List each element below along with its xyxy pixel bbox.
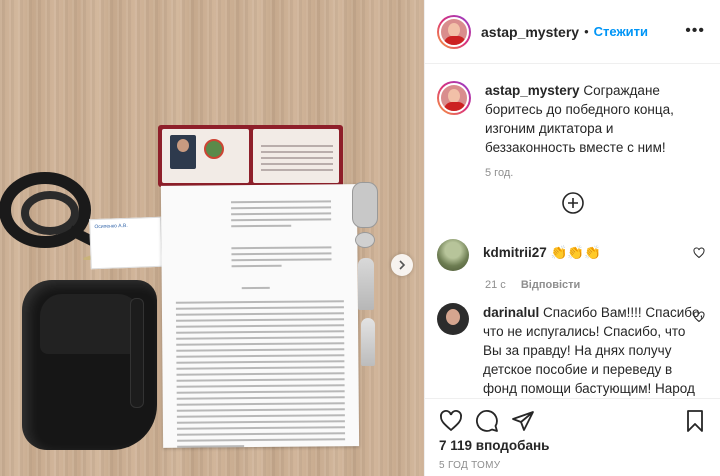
resignation-letter: [160, 184, 360, 448]
comment-item: darinalul Спасибо Вам!!!! Спасибо, что н…: [437, 303, 709, 398]
caption: astap_mystery Сограждане боритесь до поб…: [437, 81, 709, 179]
separator-dot: •: [584, 24, 589, 39]
avatar[interactable]: [437, 81, 471, 115]
name-card: Осипенко А.В.: [89, 216, 163, 270]
caption-text-block: astap_mystery Сограждане боритесь до поб…: [485, 81, 707, 157]
paper-plane-icon[interactable]: [511, 409, 535, 433]
caption-author[interactable]: astap_mystery: [485, 83, 580, 98]
post-timestamp[interactable]: 5 ГОД ТОМУ: [439, 460, 500, 471]
more-options-button[interactable]: •••: [685, 22, 705, 40]
id-card: [158, 125, 343, 187]
heart-icon[interactable]: [439, 409, 463, 433]
id-emblem: [204, 139, 224, 159]
comment-text: 👏👏👏: [550, 245, 601, 260]
caption-meta: 5 год.: [485, 167, 709, 179]
key: [358, 258, 374, 310]
id-card-photo-side: [162, 129, 249, 183]
comment-author[interactable]: kdmitrii27: [483, 245, 547, 260]
chevron-right-icon: [399, 260, 406, 270]
plus-circle-icon[interactable]: [561, 191, 585, 215]
comment-author[interactable]: darinalul: [483, 305, 539, 320]
avatar[interactable]: [437, 239, 469, 271]
key: [361, 318, 375, 366]
avatar[interactable]: [437, 14, 471, 49]
badge-token: [355, 232, 375, 248]
action-bar: [425, 398, 720, 438]
heart-icon[interactable]: [693, 247, 705, 259]
id-card-text-side: [252, 129, 339, 183]
comment-meta: 21 с Відповісти: [485, 279, 709, 291]
post-sidebar: astap_mystery • Стежити ••• astap_myster…: [424, 0, 720, 476]
bookmark-icon[interactable]: [683, 409, 707, 433]
author-username[interactable]: astap_mystery: [481, 24, 579, 40]
comment-text-block: kdmitrii27 👏👏👏: [483, 239, 705, 271]
follow-button[interactable]: Стежити: [594, 24, 648, 39]
next-photo-button[interactable]: [391, 254, 413, 276]
comment-icon[interactable]: [475, 409, 499, 433]
card-name: Осипенко А.В.: [94, 222, 128, 231]
avatar[interactable]: [437, 303, 469, 335]
comment-text-block: darinalul Спасибо Вам!!!! Спасибо, что н…: [483, 303, 705, 398]
caption-time[interactable]: 5 год.: [485, 167, 513, 179]
dog-tag: [352, 182, 378, 228]
post-photo[interactable]: Осипенко А.В.: [0, 0, 424, 476]
likes-count[interactable]: 7 119 вподобань: [439, 438, 549, 453]
comment-time[interactable]: 21 с: [485, 279, 506, 291]
heart-icon[interactable]: [693, 311, 705, 323]
comments-section[interactable]: astap_mystery Сограждане боритесь до поб…: [425, 65, 720, 398]
pistol-holster: [22, 280, 157, 450]
reply-button[interactable]: Відповісти: [521, 279, 580, 291]
post-header: astap_mystery • Стежити •••: [425, 0, 720, 64]
comment-item: kdmitrii27 👏👏👏 21 с Відповісти: [437, 239, 709, 291]
id-portrait: [170, 135, 196, 169]
